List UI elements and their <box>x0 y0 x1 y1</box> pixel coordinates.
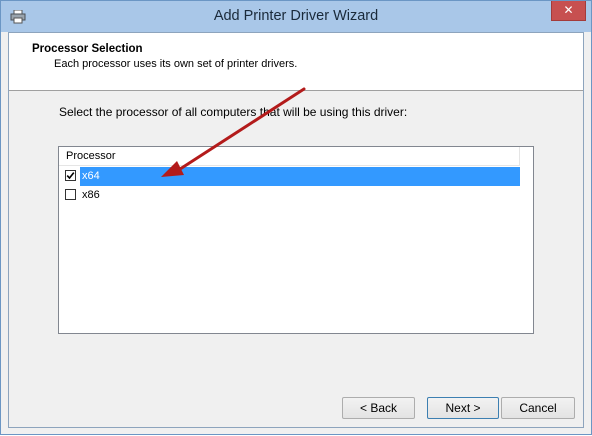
x86-checkbox[interactable] <box>65 189 76 200</box>
column-header-processor[interactable]: Processor <box>59 147 520 166</box>
wizard-window: Add Printer Driver Wizard ✕ Processor Se… <box>0 0 592 435</box>
title-bar[interactable]: Add Printer Driver Wizard ✕ <box>1 1 591 32</box>
checkmark-icon <box>66 172 75 180</box>
column-divider[interactable] <box>519 147 520 166</box>
list-item-x86[interactable]: x86 <box>60 186 520 205</box>
column-header-label: Processor <box>66 150 116 162</box>
page-title: Processor Selection <box>32 43 143 55</box>
wizard-header: Processor Selection Each processor uses … <box>9 33 583 91</box>
close-button[interactable]: ✕ <box>551 1 586 21</box>
list-item-x64[interactable]: x64 <box>60 167 520 186</box>
x64-checkbox[interactable] <box>65 170 76 181</box>
processor-list[interactable]: Processor x64 x86 <box>58 146 534 334</box>
cancel-button[interactable]: Cancel <box>501 397 575 419</box>
close-icon: ✕ <box>563 3 574 17</box>
list-item-label: x86 <box>82 189 100 201</box>
instruction-text: Select the processor of all computers th… <box>59 105 408 119</box>
list-item-label: x64 <box>80 167 520 186</box>
back-button[interactable]: < Back <box>342 397 415 419</box>
next-button[interactable]: Next > <box>427 397 499 419</box>
page-subtitle: Each processor uses its own set of print… <box>54 58 298 70</box>
window-title: Add Printer Driver Wizard <box>213 8 379 24</box>
wizard-client-area: Processor Selection Each processor uses … <box>8 32 584 428</box>
